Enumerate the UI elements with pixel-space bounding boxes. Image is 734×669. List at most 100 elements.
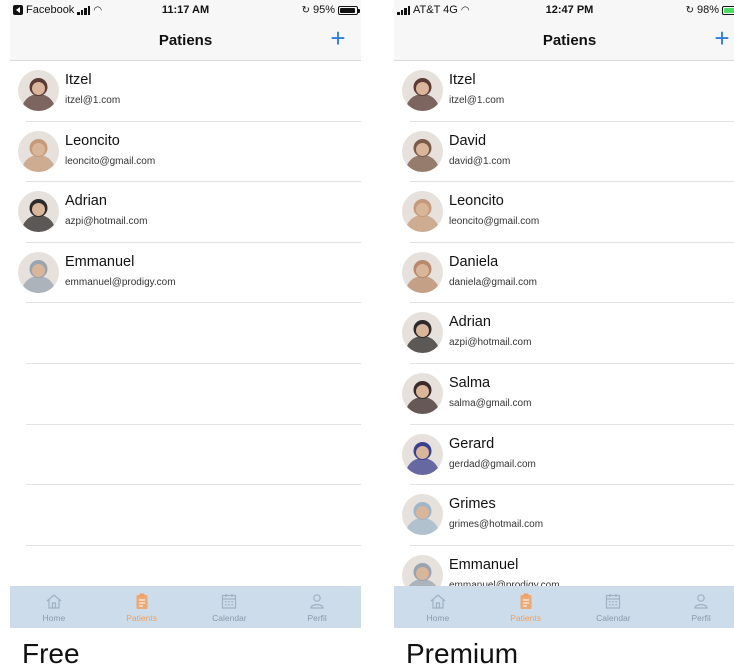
patient-row[interactable]: Daniela daniela@gmail.com: [402, 243, 734, 304]
patient-email: itzel@1.com: [449, 95, 505, 106]
patient-avatar: [402, 554, 443, 586]
page-title: Patiens: [542, 32, 597, 49]
orientation-lock-icon: ↻: [301, 4, 310, 16]
tab-patients[interactable]: Patients: [482, 586, 570, 628]
patient-row[interactable]: Gerard gerdad@gmail.com: [402, 425, 734, 486]
home-icon: [45, 592, 63, 610]
status-bar: Facebook ◠ 11:17 AM ↻ 95%: [10, 0, 361, 20]
patient-avatar: [402, 251, 443, 293]
patient-name: Emmanuel: [449, 556, 519, 573]
patient-list[interactable]: Itzel itzel@1.com David david@1.com Leoncito…: [394, 61, 734, 586]
empty-list-row: [26, 425, 361, 486]
patient-name: Emmanuel: [65, 253, 135, 270]
tab-label: Patients: [510, 613, 541, 623]
patient-name: Gerard: [449, 435, 495, 452]
user-icon: [308, 592, 326, 610]
patient-row[interactable]: Emmanuel emmanuel@prodigy.com: [402, 546, 734, 586]
status-time: 12:47 PM: [545, 4, 594, 16]
free-caption: Free: [22, 638, 80, 669]
patient-name: Itzel: [65, 72, 92, 88]
patient-avatar: [402, 494, 443, 536]
patient-row[interactable]: Grimes grimes@hotmail.com: [402, 485, 734, 546]
patient-row[interactable]: Itzel itzel@1.com: [18, 61, 361, 122]
patient-name: Itzel: [449, 72, 476, 88]
patient-email: emmanuel@prodigy.com: [65, 276, 176, 288]
patient-email: leoncito@gmail.com: [65, 155, 156, 167]
tab-label: Perfil: [691, 613, 711, 623]
patient-avatar: [18, 251, 59, 293]
tab-label: Perfil: [307, 613, 327, 623]
user-icon: [692, 592, 710, 610]
tab-perfil[interactable]: Perfil: [273, 586, 361, 628]
patient-name: Grimes: [449, 496, 496, 513]
add-patient-button[interactable]: +: [325, 25, 351, 52]
patient-row[interactable]: Itzel itzel@1.com: [402, 61, 734, 122]
patient-row[interactable]: Salma salma@gmail.com: [402, 364, 734, 425]
battery-percent: 98%: [696, 4, 719, 16]
patient-email: grimes@hotmail.com: [449, 519, 544, 531]
patient-name: Leoncito: [65, 132, 120, 149]
patient-name: David: [449, 132, 487, 149]
tab-label: Calendar: [212, 613, 247, 623]
tab-bar: Home Patients Calendar Perfil: [394, 586, 734, 628]
patient-email: daniela@gmail.com: [449, 276, 537, 288]
patient-email: leoncito@gmail.com: [449, 216, 540, 228]
patient-email: gerdad@gmail.com: [449, 458, 536, 470]
patient-row[interactable]: Adrian azpi@hotmail.com: [402, 303, 734, 364]
patient-email: azpi@hotmail.com: [65, 216, 148, 228]
orientation-lock-icon: ↻: [685, 4, 694, 16]
tab-patients[interactable]: Patients: [98, 586, 186, 628]
free-phone-screen: Facebook ◠ 11:17 AM ↻ 95% Patiens + Itze…: [10, 0, 361, 628]
tab-calendar[interactable]: Calendar: [570, 586, 658, 628]
tab-calendar[interactable]: Calendar: [186, 586, 274, 628]
tab-home[interactable]: Home: [10, 586, 98, 628]
calendar-icon: [220, 592, 238, 610]
patient-email: salma@gmail.com: [449, 397, 532, 409]
premium-phone-screen: AT&T 4G ◠ 12:47 PM ↻ 98% Patiens + Itzel…: [394, 0, 734, 628]
patient-avatar: [402, 130, 443, 172]
navigation-bar: Patiens +: [394, 20, 734, 61]
calendar-icon: [604, 592, 622, 610]
tab-label: Patients: [126, 613, 157, 623]
patient-name: Adrian: [449, 314, 491, 331]
patient-avatar: [18, 191, 59, 233]
tab-perfil[interactable]: Perfil: [657, 586, 734, 628]
patient-row[interactable]: Emmanuel emmanuel@prodigy.com: [18, 243, 361, 304]
patient-row[interactable]: Leoncito leoncito@gmail.com: [18, 122, 361, 183]
patient-name: Daniela: [449, 253, 499, 270]
patient-avatar: [18, 70, 59, 111]
tab-home[interactable]: Home: [394, 586, 482, 628]
patient-list[interactable]: Itzel itzel@1.com Leoncito leoncito@gmail.c…: [10, 61, 361, 586]
page-title: Patiens: [158, 32, 213, 49]
patient-row[interactable]: Leoncito leoncito@gmail.com: [402, 182, 734, 243]
patient-avatar: [402, 372, 443, 414]
empty-list-row: [26, 303, 361, 364]
home-icon: [429, 592, 447, 610]
patient-name: Leoncito: [449, 193, 504, 210]
battery-percent: 95%: [312, 4, 335, 16]
clipboard-icon: [517, 592, 535, 610]
add-patient-button[interactable]: +: [709, 25, 734, 52]
battery-icon: [338, 5, 360, 15]
patient-email: azpi@hotmail.com: [449, 337, 532, 349]
patient-avatar: [402, 70, 443, 111]
patient-row[interactable]: David david@1.com: [402, 122, 734, 183]
empty-list-row: [26, 364, 361, 425]
tab-label: Calendar: [596, 613, 631, 623]
tab-bar: Home Patients Calendar Perfil: [10, 586, 361, 628]
patient-avatar: [18, 130, 59, 172]
patient-email: david@1.com: [449, 155, 511, 167]
patient-avatar: [402, 433, 443, 475]
clipboard-icon: [133, 592, 151, 610]
empty-list-row: [26, 485, 361, 546]
patient-row[interactable]: Adrian azpi@hotmail.com: [18, 182, 361, 243]
patient-name: Adrian: [65, 193, 107, 210]
navigation-bar: Patiens +: [10, 20, 361, 61]
patient-email: itzel@1.com: [65, 95, 121, 106]
patient-name: Salma: [449, 374, 491, 391]
premium-caption: Premium: [406, 638, 519, 669]
patient-avatar: [402, 312, 443, 354]
battery-icon: [722, 5, 734, 15]
tab-label: Home: [42, 613, 66, 623]
tab-label: Home: [426, 613, 450, 623]
